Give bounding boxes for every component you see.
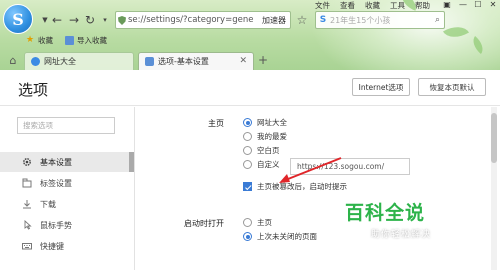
sidebar-item-shortcuts[interactable]: 快捷键: [0, 236, 134, 256]
home-icon[interactable]: ⌂: [6, 54, 20, 68]
checkbox-checked[interactable]: [243, 182, 252, 191]
close-window-icon[interactable]: ✕: [486, 0, 500, 10]
sogou-icon: [31, 57, 40, 66]
tab-url-directory[interactable]: 网址大全: [24, 52, 134, 70]
mouse-icon: [22, 220, 32, 230]
page-header: 选项 Internet选项 恢复本页默认: [0, 70, 500, 106]
download-icon: [22, 199, 32, 209]
search-box[interactable]: S 21年生15个小孩 ⌕: [315, 11, 445, 29]
content-scrollbar[interactable]: [491, 107, 497, 270]
folder-icon: [65, 35, 74, 45]
address-bar[interactable]: se://settings/?category=gene 加速器: [115, 11, 291, 29]
homepage-label: 主页: [208, 119, 224, 128]
browser-chrome: S ▼ ← → ↻ ▾ se://settings/?category=gene…: [0, 0, 500, 70]
star-icon: ★: [26, 34, 35, 45]
address-url[interactable]: se://settings/?category=gene: [128, 15, 262, 25]
tab-settings[interactable]: 选项-基本设置 ✕: [138, 52, 254, 70]
startup-option-homepage[interactable]: 主页: [243, 217, 272, 228]
settings-content: 主页 网址大全 我的最爱 空白页 自定义 https://123.sogou.c…: [136, 107, 496, 270]
bookmark-star-icon[interactable]: ☆: [294, 11, 310, 29]
accelerator-label[interactable]: 加速器: [262, 15, 290, 26]
watermark-subtitle: 助你轻松解决: [371, 230, 432, 240]
menu-view[interactable]: 查看: [335, 1, 360, 11]
page-title: 选项: [18, 81, 49, 99]
settings-page-icon: [145, 57, 154, 66]
history-dropdown-icon[interactable]: ▾: [98, 13, 112, 27]
tab-icon: [22, 178, 32, 188]
settings-sidebar: 搜索选项 基本设置 标签设置 下载 鼠标手势 快捷键: [0, 107, 135, 270]
back-icon[interactable]: ←: [50, 13, 64, 27]
radio-unchecked[interactable]: [243, 160, 252, 169]
radio-checked[interactable]: [243, 232, 252, 241]
sogou-browser-logo[interactable]: S: [3, 4, 33, 34]
sogou-search-icon: S: [319, 15, 327, 25]
forward-icon[interactable]: →: [67, 13, 81, 27]
sidebar-item-download[interactable]: 下载: [0, 194, 134, 214]
watermark-title: 百科全说: [345, 202, 426, 224]
watermark: 百科全说 助你轻松解决: [345, 198, 431, 240]
sidebar-item-mouse-gesture[interactable]: 鼠标手势: [0, 215, 134, 235]
homepage-option-url-directory[interactable]: 网址大全: [243, 117, 287, 128]
keyboard-icon: [22, 241, 32, 251]
radio-unchecked[interactable]: [243, 132, 252, 141]
menu-bar: 文件 查看 收藏 工具 帮助: [310, 1, 435, 11]
skin-icon[interactable]: ▣: [440, 0, 454, 10]
radio-unchecked[interactable]: [243, 146, 252, 155]
bookmark-favorites[interactable]: ★ 收藏: [26, 35, 53, 46]
active-indicator: [129, 152, 134, 172]
scrollbar-thumb[interactable]: [491, 113, 497, 163]
gear-icon: [22, 157, 32, 167]
close-tab-icon[interactable]: ✕: [239, 56, 247, 66]
internet-options-button[interactable]: Internet选项: [352, 78, 410, 96]
homepage-option-my-favorites[interactable]: 我的最爱: [243, 131, 287, 142]
menu-favorites[interactable]: 收藏: [360, 1, 385, 11]
restore-default-button[interactable]: 恢复本页默认: [418, 78, 486, 96]
menu-help[interactable]: 帮助: [410, 1, 435, 11]
sidebar-item-tabs[interactable]: 标签设置: [0, 173, 134, 193]
bookmarks-bar: ★ 收藏 导入收藏: [0, 33, 500, 47]
maximize-icon[interactable]: ☐: [471, 0, 485, 10]
radio-unchecked[interactable]: [243, 218, 252, 227]
search-placeholder[interactable]: 21年生15个小孩: [330, 15, 390, 26]
settings-page: 选项 Internet选项 恢复本页默认 搜索选项 基本设置 标签设置 下载 鼠…: [0, 70, 500, 270]
menu-tools[interactable]: 工具: [385, 1, 410, 11]
tab-strip: ⌂ 网址大全 选项-基本设置 ✕ +: [0, 50, 500, 70]
radio-checked[interactable]: [243, 118, 252, 127]
search-icon[interactable]: ⌕: [435, 15, 440, 25]
startup-label: 启动时打开: [184, 219, 224, 228]
refresh-icon[interactable]: ↻: [83, 13, 97, 27]
bookmark-import[interactable]: 导入收藏: [65, 35, 107, 46]
startup-option-last-session[interactable]: 上次未关闭的页面: [243, 231, 317, 242]
sidebar-item-basic[interactable]: 基本设置: [0, 152, 134, 172]
security-icon: [116, 11, 128, 29]
annotation-arrow: [279, 157, 342, 183]
settings-search-input[interactable]: 搜索选项: [17, 117, 115, 134]
new-tab-icon[interactable]: +: [256, 53, 270, 67]
menu-file[interactable]: 文件: [310, 1, 335, 11]
minimize-icon[interactable]: —: [456, 0, 470, 10]
